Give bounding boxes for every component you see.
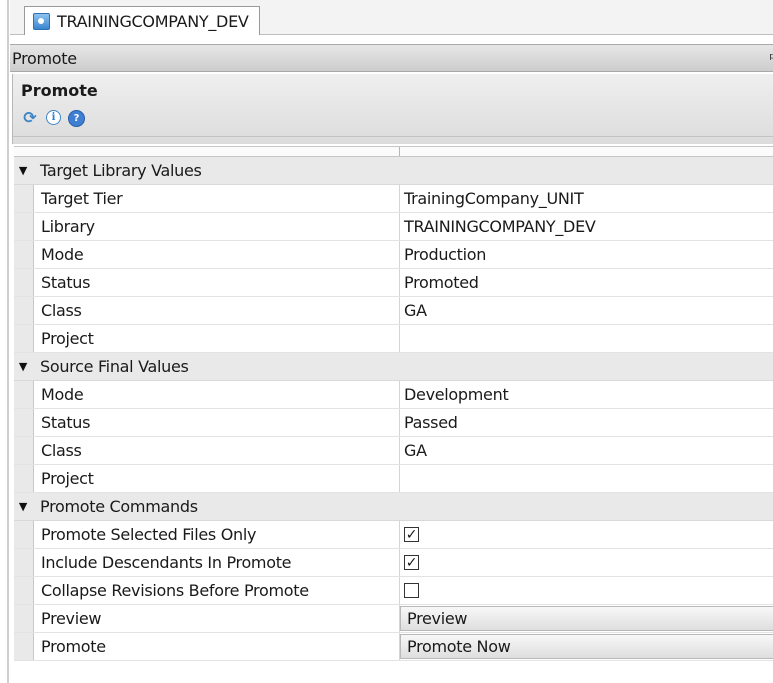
property-row-source-status[interactable]: Status Passed [14, 409, 773, 437]
property-name: Status [34, 409, 400, 436]
include-descendants-checkbox[interactable]: ✓ [404, 555, 419, 570]
row-gutter [14, 521, 34, 548]
collapse-revisions-checkbox[interactable] [404, 583, 419, 598]
help-icon[interactable]: ? [68, 110, 85, 127]
header-toolbar: ⟳ i ? [21, 108, 85, 127]
property-row-collapse-revisions[interactable]: Collapse Revisions Before Promote [14, 577, 773, 605]
row-gutter [14, 409, 34, 436]
panel-title-bar: Promote ᵖ [10, 44, 773, 72]
category-promote-commands[interactable]: ▼ Promote Commands [14, 493, 773, 521]
property-name: Target Tier [34, 185, 400, 212]
info-icon[interactable]: i [46, 110, 61, 125]
row-gutter [14, 325, 34, 352]
property-grid: ▼ Target Library Values Target Tier Trai… [14, 146, 773, 661]
property-name: Project [34, 325, 400, 352]
property-value[interactable]: GA [400, 297, 773, 324]
property-value[interactable] [400, 325, 773, 352]
refresh-icon[interactable]: ⟳ [21, 108, 39, 127]
row-gutter [14, 381, 34, 408]
property-row-source-class[interactable]: Class GA [14, 437, 773, 465]
property-row-promote-selected-files-only[interactable]: Promote Selected Files Only ✓ [14, 521, 773, 549]
property-row-source-mode[interactable]: Mode Development [14, 381, 773, 409]
row-gutter [14, 605, 34, 632]
property-value[interactable]: GA [400, 437, 773, 464]
property-name: Status [34, 269, 400, 296]
property-row-target-tier[interactable]: Target Tier TrainingCompany_UNIT [14, 185, 773, 213]
row-gutter [14, 437, 34, 464]
collapse-triangle-icon[interactable]: ▼ [14, 500, 32, 513]
collapse-triangle-icon[interactable]: ▼ [14, 360, 32, 373]
collapse-triangle-icon[interactable]: ▼ [14, 164, 32, 177]
property-row-include-descendants[interactable]: Include Descendants In Promote ✓ [14, 549, 773, 577]
property-value[interactable]: Development [400, 381, 773, 408]
panel-title: Promote [12, 48, 77, 68]
property-value[interactable]: Production [400, 241, 773, 268]
property-name: Promote [34, 633, 400, 660]
category-source-final-values[interactable]: ▼ Source Final Values [14, 353, 773, 381]
property-name: Class [34, 297, 400, 324]
property-row-promote[interactable]: Promote Promote Now [14, 633, 773, 661]
promote-now-button[interactable]: Promote Now [400, 634, 773, 659]
pin-icon[interactable]: ᵖ [769, 51, 773, 67]
category-target-library-values[interactable]: ▼ Target Library Values [14, 157, 773, 185]
property-name: Collapse Revisions Before Promote [34, 577, 400, 604]
property-row-library[interactable]: Library TRAININGCOMPANY_DEV [14, 213, 773, 241]
property-row-class[interactable]: Class GA [14, 297, 773, 325]
property-name: Mode [34, 381, 400, 408]
property-name: Class [34, 437, 400, 464]
property-name: Preview [34, 605, 400, 632]
property-name: Promote Selected Files Only [34, 521, 400, 548]
property-name: Mode [34, 241, 400, 268]
property-name: Project [34, 465, 400, 492]
row-gutter [14, 213, 34, 240]
category-label: Source Final Values [40, 357, 189, 376]
property-name: Library [34, 213, 400, 240]
grid-column-header [14, 146, 773, 157]
document-tab[interactable]: TRAININGCOMPANY_DEV [24, 6, 260, 35]
row-gutter [14, 241, 34, 268]
category-label: Promote Commands [40, 497, 198, 516]
category-label: Target Library Values [40, 161, 202, 180]
row-gutter [14, 297, 34, 324]
property-row-project[interactable]: Project [14, 325, 773, 353]
header-title: Promote [21, 81, 98, 100]
row-gutter [14, 465, 34, 492]
property-value[interactable]: TrainingCompany_UNIT [400, 185, 773, 212]
preview-button[interactable]: Preview [400, 606, 773, 631]
row-gutter [14, 185, 34, 212]
property-value[interactable]: TRAININGCOMPANY_DEV [400, 213, 773, 240]
property-row-mode[interactable]: Mode Production [14, 241, 773, 269]
row-gutter [14, 633, 34, 660]
row-gutter [14, 577, 34, 604]
header-divider [13, 136, 773, 137]
document-tab-bar: TRAININGCOMPANY_DEV [10, 0, 773, 35]
promote-header: Promote ⟳ i ? [12, 74, 773, 144]
property-value[interactable]: Promoted [400, 269, 773, 296]
document-icon [33, 12, 50, 30]
window-left-edge [7, 0, 9, 683]
property-row-preview[interactable]: Preview Preview [14, 605, 773, 633]
property-value[interactable]: Passed [400, 409, 773, 436]
property-row-source-project[interactable]: Project [14, 465, 773, 493]
property-row-status[interactable]: Status Promoted [14, 269, 773, 297]
promote-selected-files-only-checkbox[interactable]: ✓ [404, 527, 419, 542]
row-gutter [14, 269, 34, 296]
row-gutter [14, 549, 34, 576]
document-tab-label: TRAININGCOMPANY_DEV [57, 11, 249, 31]
property-name: Include Descendants In Promote [34, 549, 400, 576]
property-value[interactable] [400, 465, 773, 492]
